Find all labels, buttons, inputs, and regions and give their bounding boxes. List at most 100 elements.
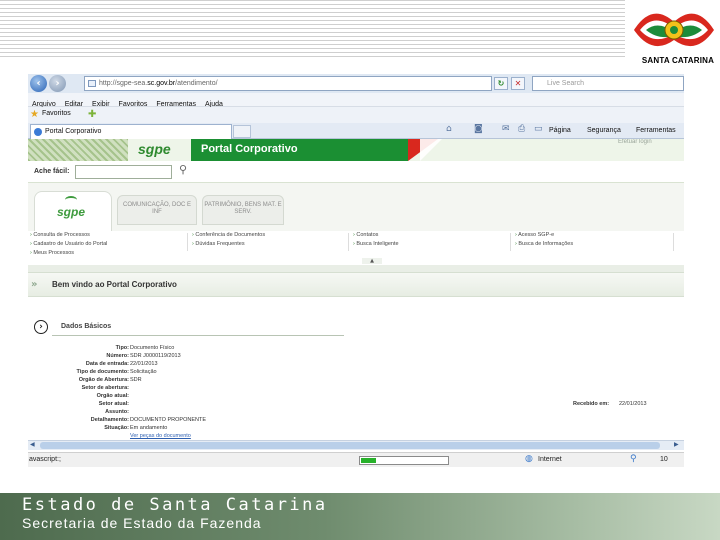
back-icon[interactable]: ‹ bbox=[30, 75, 47, 92]
field-label: Tipo de documento: bbox=[76, 369, 129, 375]
field-row: Situação: Em andamento bbox=[28, 425, 684, 433]
field-value: SDR bbox=[130, 377, 142, 383]
address-bar-row: ‹ › http://sgpe-sea.sc.gov.br/atendiment… bbox=[28, 74, 684, 93]
status-text: avascript:; bbox=[29, 456, 61, 463]
url-prefix: http://sgpe-sea. bbox=[99, 80, 148, 87]
field-row: Detalhamento: DOCUMENTO PROPONENTE bbox=[28, 417, 684, 425]
link-duvidas-frequentes[interactable]: Dúvidas Frequentes bbox=[192, 241, 244, 247]
logo-caption: SANTA CATARINA bbox=[641, 56, 715, 65]
field-label: Tipo: bbox=[115, 345, 129, 351]
collapse-arrow-icon[interactable]: ▲ bbox=[362, 258, 382, 264]
links-divider bbox=[187, 233, 188, 251]
link-consulta-processos[interactable]: Consulta de Processos bbox=[30, 232, 90, 238]
quick-search-bar: Ache fácil: ⚲ bbox=[28, 161, 684, 183]
field-row: Orgão de Abertura: SDR bbox=[28, 377, 684, 385]
link-cadastro-usuario[interactable]: Cadastro de Usuário do Portal bbox=[30, 241, 107, 247]
section-header: › Dados Básicos bbox=[28, 316, 684, 338]
status-bar: avascript:; ◍ Internet ⚲ 10 bbox=[28, 452, 684, 467]
tab-comunicacao-label: COMUNICAÇÃO, DOC E INF bbox=[122, 202, 191, 215]
forward-icon[interactable]: › bbox=[49, 75, 66, 92]
portal-banner: sgpe Portal Corporativo Efetuar login bbox=[28, 139, 684, 161]
field-label: Número: bbox=[106, 353, 129, 359]
add-favorite-icon[interactable]: ✚ bbox=[88, 109, 96, 120]
field-row: Orgão atual: bbox=[28, 393, 684, 401]
search-placeholder: Live Search bbox=[547, 80, 584, 87]
field-label: Data de entrada: bbox=[85, 361, 129, 367]
search-input[interactable]: Live Search bbox=[532, 76, 684, 91]
tab-title: Portal Corporativo bbox=[45, 128, 102, 135]
view-pieces-link[interactable]: Ver peças do documento bbox=[130, 433, 191, 439]
section-title: Dados Básicos bbox=[61, 323, 112, 330]
quick-search-label: Ache fácil: bbox=[34, 168, 70, 175]
search-icon[interactable]: ⚲ bbox=[179, 163, 187, 176]
banner-title: Portal Corporativo bbox=[191, 139, 408, 161]
home-icon[interactable]: ⌂ bbox=[446, 124, 452, 134]
print-icon[interactable]: ⎙ bbox=[518, 124, 525, 134]
refresh-icon[interactable]: ↻ bbox=[494, 77, 508, 90]
url-domain: sc.gov.br bbox=[147, 80, 176, 87]
field-label: Orgão atual: bbox=[96, 393, 129, 399]
field-value: Documento Físico bbox=[130, 345, 175, 351]
link-conferencia-documentos[interactable]: Conferência de Documentos bbox=[192, 232, 265, 238]
section-underline bbox=[52, 335, 344, 336]
feeds-icon[interactable]: ◙ bbox=[474, 124, 483, 134]
scroll-left-icon[interactable]: ◀ bbox=[30, 441, 35, 448]
zoom-level[interactable]: 10 bbox=[660, 456, 668, 463]
zoom-icon[interactable]: ⚲ bbox=[630, 454, 637, 464]
portal-tabs: sgpe COMUNICAÇÃO, DOC E INF PATRIMÔNIO, … bbox=[28, 183, 684, 231]
url-input[interactable]: http://sgpe-sea.sc.gov.br/atendimento/ bbox=[84, 76, 492, 91]
tab-sgpe-label: sgpe bbox=[57, 205, 86, 219]
chevron-right-icon[interactable]: › bbox=[34, 320, 48, 334]
link-busca-informacoes[interactable]: Busca de Informações bbox=[515, 241, 573, 247]
login-link[interactable]: Efetuar login bbox=[618, 139, 652, 145]
decorative-header-lines bbox=[0, 0, 625, 62]
banner-ornament bbox=[28, 139, 128, 161]
field-label: Assunto: bbox=[105, 409, 129, 415]
tab-bar: Portal Corporativo ⌂ ◙ ✉ ⎙ ▭ Página Segu… bbox=[28, 123, 684, 139]
new-tab-button[interactable] bbox=[233, 125, 251, 138]
browser-window: ‹ › http://sgpe-sea.sc.gov.br/atendiment… bbox=[28, 74, 684, 467]
link-meus-processos[interactable]: Meus Processos bbox=[30, 250, 74, 256]
field-row: Data de entrada: 22/01/2013 bbox=[28, 361, 684, 369]
sgpe-arc-icon bbox=[65, 196, 77, 204]
security-menu[interactable]: Segurança bbox=[587, 124, 621, 138]
url-suffix: /atendimento/ bbox=[175, 80, 218, 87]
page-icon bbox=[88, 80, 96, 87]
footer-secretariat-name: Secretaria de Estado da Fazenda bbox=[22, 515, 262, 531]
page-menu-icon: ▭ bbox=[534, 124, 543, 134]
globe-icon: ◍ bbox=[525, 454, 533, 464]
horizontal-scrollbar[interactable]: ◀ ▶ bbox=[28, 440, 684, 450]
tab-patrimonio[interactable]: PATRIMÔNIO, BENS MAT. E SERV. bbox=[202, 195, 284, 225]
quick-links: Consulta de Processos Cadastro de Usuári… bbox=[28, 231, 684, 265]
link-acesso-sgpe[interactable]: Acesso SGP-e bbox=[515, 232, 554, 238]
field-label: Setor atual: bbox=[98, 401, 129, 407]
field-row: Setor de abertura: bbox=[28, 385, 684, 393]
received-value: 22/01/2013 bbox=[619, 401, 647, 407]
link-contatos[interactable]: Contatos bbox=[353, 232, 378, 238]
links-divider bbox=[673, 233, 674, 251]
document-details: Tipo: Documento Físico Número: SDR J0000… bbox=[28, 345, 684, 445]
stop-icon[interactable]: ✕ bbox=[511, 77, 525, 90]
mail-icon[interactable]: ✉ bbox=[502, 124, 510, 134]
favorites-bar: ★ Favoritos ✚ bbox=[28, 107, 684, 123]
tab-comunicacao[interactable]: COMUNICAÇÃO, DOC E INF bbox=[117, 195, 197, 225]
link-busca-inteligente[interactable]: Busca Inteligente bbox=[353, 241, 398, 247]
tab-portal-corporativo[interactable]: Portal Corporativo bbox=[30, 124, 232, 139]
tab-sgpe[interactable]: sgpe bbox=[34, 191, 112, 231]
scroll-right-icon[interactable]: ▶ bbox=[674, 441, 679, 448]
field-value: 22/01/2013 bbox=[130, 361, 158, 367]
double-chevron-icon: » bbox=[31, 279, 38, 290]
field-label: Orgão de Abertura: bbox=[78, 377, 129, 383]
progress-fill bbox=[361, 458, 377, 463]
favorites-button[interactable]: Favoritos bbox=[42, 110, 71, 117]
field-value: Em andamento bbox=[130, 425, 168, 431]
quick-search-input[interactable] bbox=[75, 165, 172, 179]
field-row: Assunto: bbox=[28, 409, 684, 417]
field-row: Tipo de documento: Solicitação bbox=[28, 369, 684, 377]
page-menu[interactable]: Página bbox=[549, 124, 571, 138]
links-divider bbox=[510, 233, 511, 251]
favorites-star-icon[interactable]: ★ bbox=[30, 109, 39, 120]
tools-menu[interactable]: Ferramentas bbox=[636, 124, 676, 138]
field-label: Situação: bbox=[104, 425, 129, 431]
scrollbar-thumb[interactable] bbox=[40, 442, 660, 449]
